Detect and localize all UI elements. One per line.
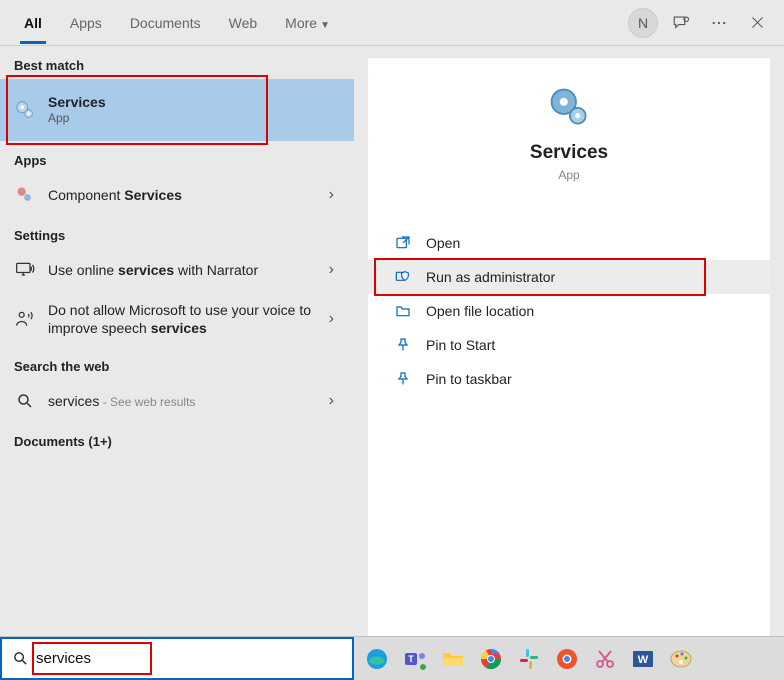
section-search-web: Search the web xyxy=(0,347,354,380)
services-app-icon xyxy=(548,86,590,128)
search-filter-tabs: All Apps Documents Web More▼ N xyxy=(0,0,784,46)
section-documents: Documents (1+) xyxy=(0,422,354,455)
section-best-match: Best match xyxy=(0,46,354,79)
tab-more[interactable]: More▼ xyxy=(271,3,344,43)
svg-text:W: W xyxy=(638,654,649,666)
detail-pane: Services App Open Run as administrator xyxy=(354,46,784,636)
result-component-services[interactable]: Component Services › xyxy=(0,174,354,216)
folder-icon xyxy=(394,302,412,320)
svg-text:T: T xyxy=(408,654,414,664)
taskbar-paint-icon[interactable] xyxy=(666,644,696,674)
result-narrator-services[interactable]: Use online services with Narrator › xyxy=(0,249,354,291)
person-voice-icon xyxy=(14,308,36,330)
search-input[interactable] xyxy=(34,646,348,671)
result-web-services[interactable]: services - See web results › xyxy=(0,380,354,422)
action-open-file-location[interactable]: Open file location xyxy=(368,294,770,328)
chevron-right-icon[interactable]: › xyxy=(323,186,340,204)
taskbar: T W xyxy=(0,636,784,680)
monitor-icon xyxy=(14,259,36,281)
action-run-as-administrator[interactable]: Run as administrator xyxy=(368,260,770,294)
chevron-right-icon[interactable]: › xyxy=(323,261,340,279)
feedback-icon[interactable] xyxy=(664,6,698,40)
taskbar-teams-icon[interactable]: T xyxy=(400,644,430,674)
taskbar-explorer-icon[interactable] xyxy=(438,644,468,674)
action-pin-to-start[interactable]: Pin to Start xyxy=(368,328,770,362)
tab-all[interactable]: All xyxy=(10,3,56,43)
detail-subtitle: App xyxy=(368,168,770,182)
more-options-icon[interactable] xyxy=(702,6,736,40)
action-pin-to-taskbar[interactable]: Pin to taskbar xyxy=(368,362,770,396)
user-avatar[interactable]: N xyxy=(626,6,660,40)
component-services-icon xyxy=(14,184,36,206)
close-icon[interactable] xyxy=(740,6,774,40)
result-speech-services[interactable]: Do not allow Microsoft to use your voice… xyxy=(0,291,354,347)
gear-icon xyxy=(14,99,36,121)
open-icon xyxy=(394,234,412,252)
taskbar-snip-icon[interactable] xyxy=(590,644,620,674)
search-results-pane: Best match Services App Apps Component S… xyxy=(0,46,354,636)
shield-icon xyxy=(394,268,412,286)
taskbar-search-box[interactable] xyxy=(0,637,354,680)
chevron-right-icon[interactable]: › xyxy=(323,392,340,410)
action-open[interactable]: Open xyxy=(368,226,770,260)
tab-web[interactable]: Web xyxy=(215,3,272,43)
detail-title: Services xyxy=(368,142,770,164)
taskbar-edge-icon[interactable] xyxy=(362,644,392,674)
search-icon xyxy=(6,650,34,667)
pin-icon xyxy=(394,336,412,354)
tab-apps[interactable]: Apps xyxy=(56,3,116,43)
chevron-right-icon[interactable]: › xyxy=(323,310,340,328)
section-settings: Settings xyxy=(0,216,354,249)
taskbar-chrome-icon[interactable] xyxy=(476,644,506,674)
taskbar-slack-icon[interactable] xyxy=(514,644,544,674)
pin-icon xyxy=(394,370,412,388)
taskbar-word-icon[interactable]: W xyxy=(628,644,658,674)
section-apps: Apps xyxy=(0,141,354,174)
tab-documents[interactable]: Documents xyxy=(116,3,215,43)
taskbar-chrome-canary-icon[interactable] xyxy=(552,644,582,674)
search-icon xyxy=(14,390,36,412)
result-best-match-services[interactable]: Services App xyxy=(0,79,354,141)
chevron-down-icon: ▼ xyxy=(320,20,330,31)
